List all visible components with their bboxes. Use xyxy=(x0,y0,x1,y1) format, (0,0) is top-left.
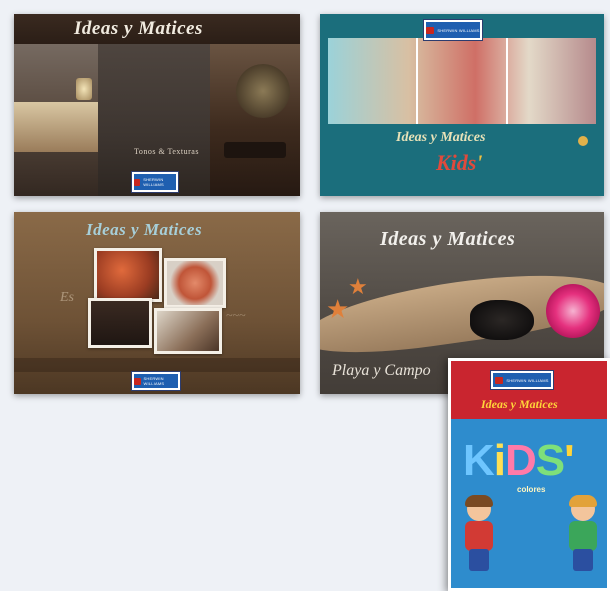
faded-script-left: Es xyxy=(60,290,74,305)
table-image xyxy=(224,142,286,158)
collage-photo-hat xyxy=(94,248,162,302)
starfish-icon: ★ xyxy=(326,294,350,324)
sherwin-williams-logo-icon xyxy=(134,377,141,385)
cover-title: Ideas y Matices xyxy=(74,18,203,39)
catalog-cover-ideas-y-matices-interiors[interactable]: Ideas y Matices Tonos & Texturas Sherwin… xyxy=(14,14,300,196)
brand-badge: Sherwin Williams xyxy=(491,371,553,389)
bed-image xyxy=(14,102,98,152)
photo-divider xyxy=(506,38,508,124)
collage-photo-room xyxy=(88,298,152,348)
cover-title: Ideas y Matices xyxy=(396,130,486,145)
kids-letter: S xyxy=(535,436,565,485)
kids-wordmark: Kids' xyxy=(436,150,482,176)
kids-wordmark: KiDS' xyxy=(463,436,575,485)
child-hair xyxy=(569,495,597,507)
cover-subtitle: Tonos & Texturas xyxy=(134,147,199,156)
lamp-image xyxy=(76,78,92,100)
collage-photo-table xyxy=(154,308,222,354)
brand-badge: Sherwin Williams xyxy=(132,172,178,192)
faded-script-right: ~~~ xyxy=(226,308,246,322)
catalog-cover-ideas-y-matices-brown[interactable]: Ideas y Matices Es ~~~ Sherwin Williams xyxy=(14,212,300,394)
colores-label: colores xyxy=(517,485,546,494)
kids-letter: ' xyxy=(564,436,575,485)
cover-script-title: Playa y Campo xyxy=(332,362,431,379)
brand-label: Sherwin Williams xyxy=(506,377,549,383)
child-legs xyxy=(573,549,593,571)
boy-illustration xyxy=(565,495,601,575)
catalog-gallery: Ideas y Matices Tonos & Texturas Sherwin… xyxy=(0,0,610,591)
catalog-cover-kids-colores[interactable]: Sherwin Williams Ideas y Matices KiDS' c… xyxy=(448,358,610,591)
kids-letter: i xyxy=(493,436,506,485)
cover-title: Ideas y Matices xyxy=(481,397,558,411)
brand-label: Sherwin Williams xyxy=(143,376,165,386)
child-legs xyxy=(469,549,489,571)
decor-ball-icon xyxy=(578,136,588,146)
brand-badge: Sherwin Williams xyxy=(132,372,180,390)
sherwin-williams-logo-icon xyxy=(134,178,141,186)
brand-label: Sherwin Williams xyxy=(143,177,164,187)
kids-label: Kids xyxy=(436,150,477,175)
brand-badge: Sherwin Williams xyxy=(424,20,482,40)
rock-image xyxy=(470,300,534,340)
cover-title: Ideas y Matices xyxy=(86,220,203,239)
brand-label: Sherwin Williams xyxy=(437,27,480,33)
kids-letter: K xyxy=(463,436,495,485)
kids-letter: D xyxy=(505,436,537,485)
sherwin-williams-logo-icon xyxy=(426,26,435,34)
sherwin-williams-logo-icon xyxy=(495,376,504,384)
cover-title: Ideas y Matices xyxy=(380,228,516,250)
plant-image xyxy=(236,64,290,118)
photo-divider xyxy=(416,38,418,124)
child-hair xyxy=(465,495,493,507)
child-body xyxy=(569,521,597,551)
starfish-icon: ★ xyxy=(348,274,368,299)
footer-bar xyxy=(14,358,300,372)
catalog-cover-ideas-y-matices-kids-teal[interactable]: Sherwin Williams Ideas y Matices Kids' xyxy=(320,14,604,196)
boy-illustration xyxy=(461,495,497,575)
collage-photo-flowers xyxy=(164,258,226,308)
kids-apostrophe: ' xyxy=(476,150,483,175)
pink-flower-image xyxy=(546,284,600,338)
kids-rooms-photo xyxy=(328,38,596,124)
child-body xyxy=(465,521,493,551)
